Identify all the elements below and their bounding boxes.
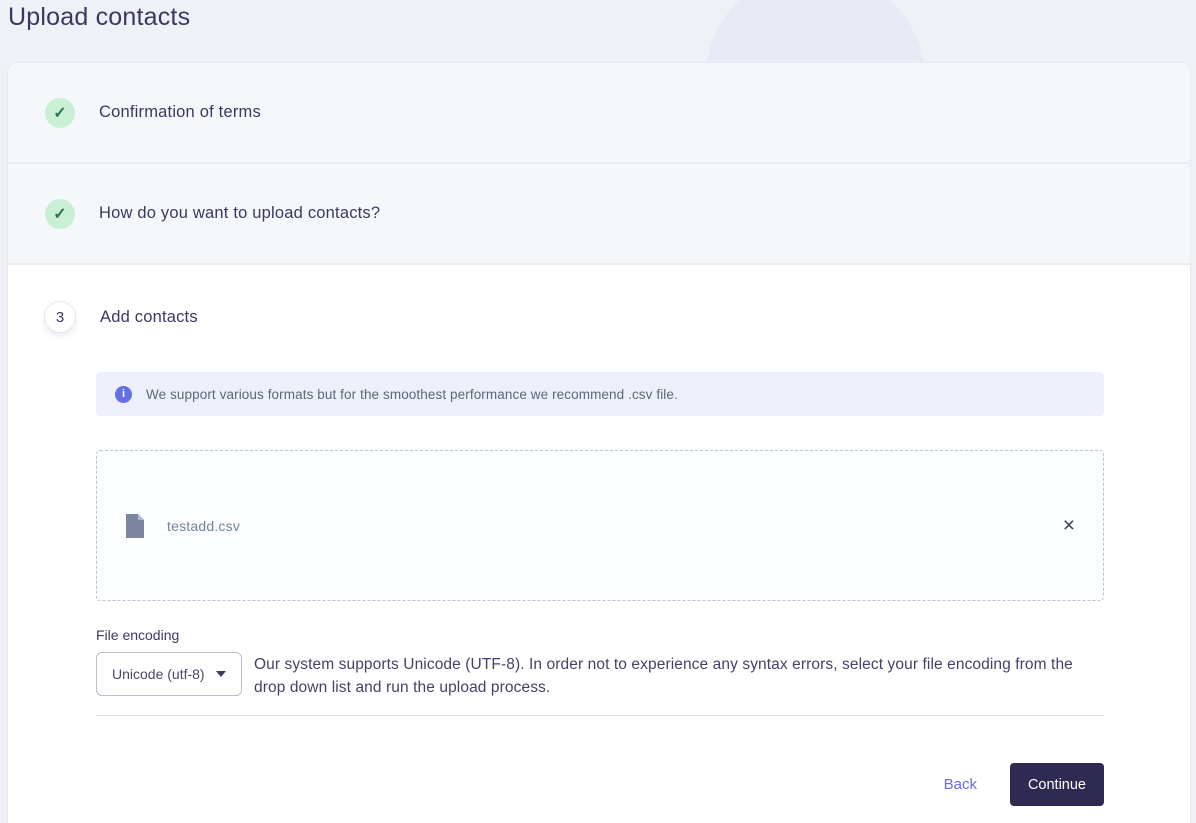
wizard-footer: Back Continue [96,763,1104,806]
back-button[interactable]: Back [944,776,977,793]
file-encoding-selected-value: Unicode (utf-8) [112,666,205,682]
step-row-confirmation-of-terms[interactable]: ✓ Confirmation of terms [8,63,1190,164]
step-header-add-contacts[interactable]: 3 Add contacts [8,301,1190,333]
page-title: Upload contacts [8,3,191,31]
upload-wizard-panel: ✓ Confirmation of terms ✓ How do you wan… [7,62,1191,823]
step-label: Add contacts [100,307,198,326]
section-divider [96,715,1104,716]
info-icon: i [115,385,132,403]
file-dropzone[interactable]: testadd.csv × [96,450,1104,601]
step-label: Confirmation of terms [99,103,261,121]
uploaded-file-name: testadd.csv [167,517,241,534]
step-label: How do you want to upload contacts? [99,204,381,222]
add-contacts-section: i We support various formats but for the… [96,372,1104,806]
file-icon [126,513,144,538]
step-number-badge: 3 [44,301,76,333]
info-banner: i We support various formats but for the… [96,372,1104,416]
info-banner-text: We support various formats but for the s… [146,386,678,402]
file-encoding-label: File encoding [96,627,180,643]
continue-button[interactable]: Continue [1009,763,1104,806]
remove-file-button[interactable]: × [1063,515,1075,536]
check-icon: ✓ [45,97,75,128]
caret-down-icon [216,671,226,677]
file-encoding-select[interactable]: Unicode (utf-8) [96,652,242,696]
encoding-row: Unicode (utf-8) Our system supports Unic… [96,652,1104,699]
check-icon: ✓ [45,198,75,229]
step-row-upload-method[interactable]: ✓ How do you want to upload contacts? [8,164,1190,265]
encoding-help-text: Our system supports Unicode (UTF-8). In … [254,656,1073,696]
